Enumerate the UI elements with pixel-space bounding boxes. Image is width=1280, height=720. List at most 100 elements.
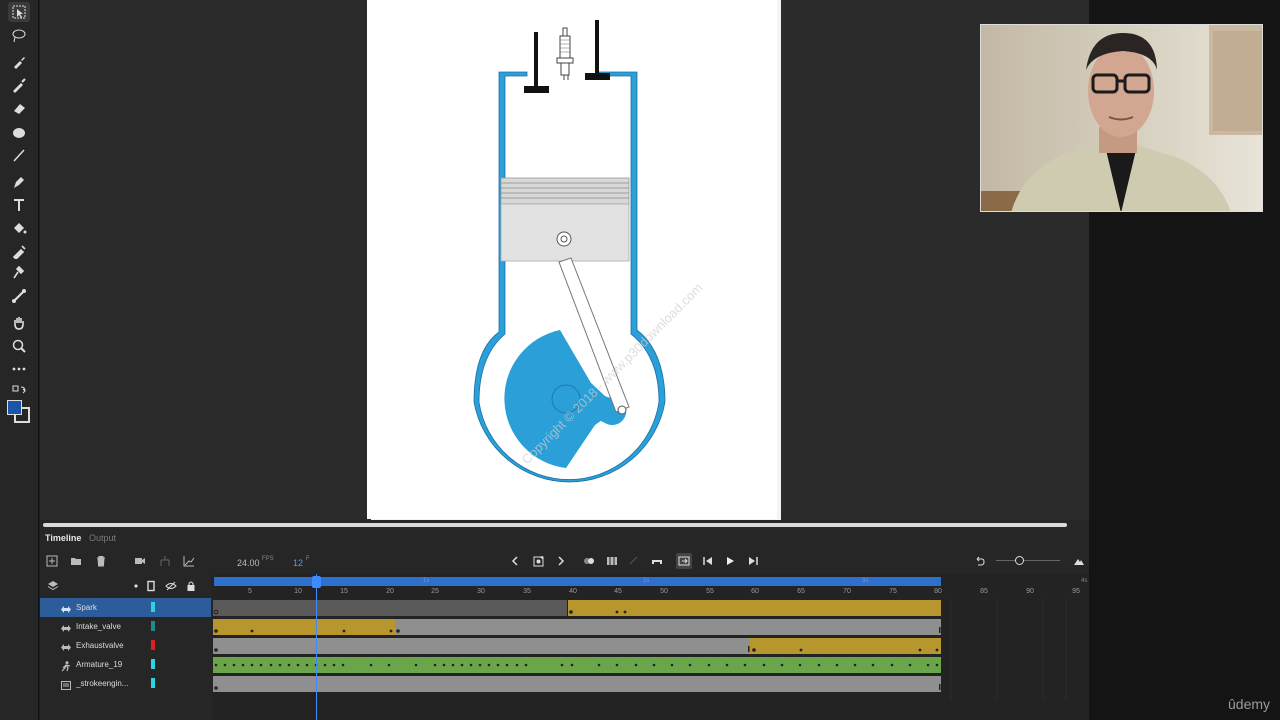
frame-tick-label: 35	[523, 588, 531, 595]
tab-output[interactable]: Output	[89, 533, 116, 543]
layer-row[interactable]: Exhaustvalve	[40, 636, 211, 655]
step-back-icon[interactable]	[700, 553, 716, 569]
stroke-fill-swatch[interactable]	[7, 400, 31, 424]
frame-tick-label: 15	[340, 588, 348, 595]
more-tools-icon[interactable]	[8, 359, 30, 379]
new-folder-icon[interactable]	[68, 553, 84, 569]
fill-color-swatch[interactable]	[7, 400, 22, 415]
zoom-mountain-icon[interactable]	[1071, 553, 1087, 569]
normal-layer-icon	[60, 678, 72, 690]
zoom-tool-icon[interactable]	[8, 336, 30, 356]
frame-tick-label: 25	[431, 588, 439, 595]
brush-tool-icon[interactable]	[8, 52, 30, 72]
stage-horizontal-scrollbar[interactable]	[43, 523, 1067, 527]
track-stroke-engine[interactable]	[212, 675, 942, 693]
new-layer-icon[interactable]	[44, 553, 60, 569]
layer-name[interactable]: Spark	[76, 603, 97, 612]
step-forward-icon[interactable]	[745, 553, 761, 569]
tab-timeline[interactable]: Timeline	[45, 533, 81, 543]
layer-name[interactable]: Armature_19	[76, 660, 122, 669]
text-tool-icon[interactable]	[8, 195, 30, 215]
pin-tool-icon[interactable]	[8, 263, 30, 283]
swap-colors-icon[interactable]	[8, 381, 30, 401]
current-frame-value[interactable]: 12	[293, 558, 303, 568]
layer-color-swatch[interactable]	[151, 640, 155, 650]
visibility-toggle-icon[interactable]	[163, 578, 179, 594]
frame-tick-label: 95	[1072, 588, 1080, 595]
paint-brush-tool-icon[interactable]	[8, 75, 30, 95]
frame-tick-label: 70	[843, 588, 851, 595]
frame-tick-label: 60	[751, 588, 759, 595]
play-icon[interactable]	[722, 553, 738, 569]
frame-ruler[interactable]: 5 10 15 20 25 30 35 40 45 50 55 60 65 70…	[212, 587, 1089, 599]
highlight-dot-icon[interactable]	[128, 578, 144, 594]
lock-toggle-icon[interactable]	[183, 578, 199, 594]
motion-tween-layer-icon	[60, 640, 72, 651]
stage-canvas[interactable]: Copyright © 2018 - www.p30download.com	[367, 0, 777, 519]
edit-multiple-frames-icon[interactable]	[604, 553, 620, 569]
frame-tick-label: 65	[797, 588, 805, 595]
delete-layer-icon[interactable]	[93, 553, 109, 569]
seconds-ruler[interactable]: 1s 2s 3s 4s	[212, 577, 1089, 587]
hand-tool-icon[interactable]	[8, 313, 30, 333]
engine-illustration[interactable]: Copyright © 2018 - www.p30download.com	[367, 0, 777, 519]
track-armature[interactable]	[212, 656, 942, 674]
frame-tick-label: 20	[386, 588, 394, 595]
sync-graphic-icon[interactable]	[626, 553, 642, 569]
armature-layer-icon	[60, 659, 72, 672]
loop-icon[interactable]	[649, 553, 665, 569]
layer-row[interactable]: Spark	[40, 598, 211, 617]
stage-area: Copyright © 2018 - www.p30download.com	[40, 0, 1089, 520]
play-range-bar[interactable]	[214, 577, 941, 586]
layer-color-swatch[interactable]	[151, 678, 155, 688]
instructor-webcam	[980, 24, 1263, 212]
eraser-tool-icon[interactable]	[8, 98, 30, 118]
loop-playback-icon[interactable]	[676, 553, 692, 569]
playhead-handle[interactable]	[312, 576, 321, 588]
oval-tool-icon[interactable]	[8, 122, 30, 142]
layers-stack-icon[interactable]	[45, 578, 61, 594]
bone-tool-icon[interactable]	[8, 286, 30, 306]
undo-zoom-icon[interactable]	[972, 553, 988, 569]
onion-skin-icon[interactable]	[581, 553, 597, 569]
pen-tool-icon[interactable]	[8, 172, 30, 192]
eyedropper-tool-icon[interactable]	[8, 241, 30, 261]
fps-value[interactable]: 24.00	[237, 558, 260, 568]
empty-frame-grid	[950, 599, 1067, 699]
layer-row[interactable]: Armature_19	[40, 655, 211, 674]
layer-color-swatch[interactable]	[151, 659, 155, 669]
insert-keyframe-icon[interactable]	[531, 553, 547, 569]
camera-icon[interactable]	[132, 553, 148, 569]
next-keyframe-icon[interactable]	[553, 553, 569, 569]
frame-tick-label: 30	[477, 588, 485, 595]
panel-tabs: Timeline Output	[40, 530, 1089, 550]
playhead-line[interactable]	[316, 574, 317, 720]
paint-bucket-tool-icon[interactable]	[8, 218, 30, 238]
previous-keyframe-icon[interactable]	[507, 553, 523, 569]
second-label: 1s	[423, 578, 430, 584]
track-spark[interactable]	[212, 599, 942, 617]
layer-row[interactable]: Intake_valve	[40, 617, 211, 636]
timeline-zoom-knob[interactable]	[1015, 556, 1024, 565]
layer-parenting-icon[interactable]	[157, 553, 173, 569]
layer-name[interactable]: Exhaustvalve	[76, 641, 124, 650]
timeline-zoom-slider[interactable]	[996, 556, 1060, 565]
line-tool-icon[interactable]	[8, 145, 30, 165]
timeline-controls: 24.00 FPS 12 F	[40, 550, 1089, 572]
track-intake-valve[interactable]	[212, 618, 942, 636]
track-exhaust-valve[interactable]	[212, 637, 942, 655]
easing-graph-icon[interactable]	[181, 553, 197, 569]
lasso-tool-icon[interactable]	[8, 26, 30, 46]
frame-unit-label: F	[306, 556, 310, 562]
layer-name[interactable]: _strokeengin...	[76, 679, 128, 688]
timeline-frames[interactable]: 1s 2s 3s 4s 5 10 15 20 25 30 35 40 45 50…	[212, 574, 1089, 720]
selection-tool-icon[interactable]	[8, 2, 30, 22]
frame-tick-label: 50	[660, 588, 668, 595]
outline-toggle-icon[interactable]	[143, 578, 159, 594]
frame-tick-label: 85	[980, 588, 988, 595]
layer-name[interactable]: Intake_valve	[76, 622, 121, 631]
layer-list: Spark Intake_valve Exhaustvalve Armature…	[40, 598, 211, 718]
layer-color-swatch[interactable]	[151, 621, 155, 631]
layer-row[interactable]: _strokeengin...	[40, 674, 211, 693]
layer-color-swatch[interactable]	[151, 602, 155, 612]
